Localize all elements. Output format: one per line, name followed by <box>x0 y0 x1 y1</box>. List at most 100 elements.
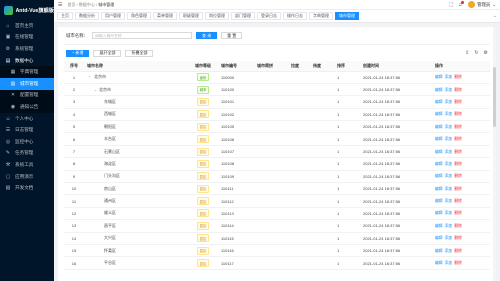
edit-link[interactable]: 编辑 <box>435 150 443 154</box>
logo[interactable]: Antd-Vue旗舰版 <box>0 0 54 20</box>
tab-7[interactable]: 部门管理 <box>231 12 255 20</box>
tab-1[interactable]: 数据分析 <box>75 12 99 20</box>
edit-link[interactable]: 编辑 <box>435 224 443 228</box>
scrollbar-thumb[interactable] <box>493 67 496 127</box>
sidebar-item-label: 首页主页 <box>15 22 34 28</box>
tab-0[interactable]: 主页 <box>57 12 73 20</box>
sidebar-item-7[interactable]: ◉ 通知公告 <box>0 101 54 113</box>
add-child-link[interactable]: 添加 <box>445 137 453 141</box>
city-name-input[interactable] <box>91 32 192 39</box>
collapse-all-button[interactable]: 折叠全部 <box>125 49 154 57</box>
sidebar-item-8[interactable]: ☺ 个人中心 <box>0 113 54 125</box>
tab-9[interactable]: 操作日志 <box>283 12 307 20</box>
sidebar-item-2[interactable]: ⚙ 系统管理 <box>0 43 54 55</box>
add-child-link[interactable]: 添加 <box>445 174 453 178</box>
add-child-link[interactable]: 添加 <box>445 88 453 92</box>
sidebar-item-4[interactable]: ▦ 字典管理 <box>0 66 54 78</box>
edit-link[interactable]: 编辑 <box>435 125 443 129</box>
delete-link[interactable]: 删除 <box>454 150 462 154</box>
add-child-link[interactable]: 添加 <box>445 125 453 129</box>
sidebar-item-10[interactable]: ◎ 监控中心 <box>0 136 54 148</box>
delete-link[interactable]: 删除 <box>454 112 462 116</box>
add-child-link[interactable]: 添加 <box>445 150 453 154</box>
delete-link[interactable]: 删除 <box>454 75 462 79</box>
user-menu[interactable]: 管理员 ⌄ <box>468 1 496 8</box>
breadcrumb-parent[interactable]: 数据中心 <box>79 2 95 7</box>
city-name: 海淀区 <box>104 160 116 166</box>
edit-link[interactable]: 编辑 <box>435 100 443 104</box>
delete-link[interactable]: 删除 <box>454 236 462 240</box>
edit-link[interactable]: 编辑 <box>435 174 443 178</box>
tab-5[interactable]: 职级管理 <box>179 12 203 20</box>
city-level-cell: 县区 <box>188 194 218 208</box>
sidebar-item-1[interactable]: ▣ 在线管理 <box>0 32 54 44</box>
delete-link[interactable]: 删除 <box>454 249 462 253</box>
table-row: 6 丰台区 县区 110106 1 2021-01-24 18:37:56 编辑 添加 删除 <box>64 132 490 146</box>
add-button[interactable]: + 新增 <box>66 49 90 57</box>
delete-link[interactable]: 删除 <box>454 88 462 92</box>
edit-link[interactable]: 编辑 <box>435 137 443 141</box>
edit-link[interactable]: 编辑 <box>435 75 443 79</box>
refresh-icon[interactable]: ↻ <box>474 50 478 56</box>
fullscreen-icon[interactable]: ⛶ <box>449 2 452 7</box>
menu-fold-icon[interactable]: ☰ <box>58 2 62 8</box>
add-child-link[interactable]: 添加 <box>445 199 453 203</box>
delete-link[interactable]: 删除 <box>454 224 462 228</box>
edit-link[interactable]: 编辑 <box>435 249 443 253</box>
edit-link[interactable]: 编辑 <box>435 199 443 203</box>
edit-link[interactable]: 编辑 <box>435 187 443 191</box>
expand-all-button[interactable]: 展开全部 <box>93 49 122 57</box>
tab-4[interactable]: 菜单管理 <box>153 12 177 20</box>
breadcrumb-home[interactable]: 首页 <box>67 2 75 7</box>
add-child-link[interactable]: 添加 <box>445 249 453 253</box>
query-button[interactable]: 查 询 <box>195 32 218 39</box>
sidebar-item-12[interactable]: ⚒ 系统工具 <box>0 159 54 171</box>
delete-link[interactable]: 删除 <box>454 211 462 215</box>
sidebar-item-6[interactable]: ✕ 配置管理 <box>0 89 54 102</box>
sidebar-item-9[interactable]: ☰ 日志管理 <box>0 124 54 136</box>
reset-button[interactable]: 重 置 <box>221 32 243 39</box>
delete-link[interactable]: 删除 <box>454 261 462 265</box>
tab-11[interactable]: 城市管理 <box>335 12 359 20</box>
tab-8[interactable]: 登录日志 <box>257 12 281 20</box>
add-child-link[interactable]: 添加 <box>445 162 453 166</box>
add-child-link[interactable]: 添加 <box>445 211 453 215</box>
delete-link[interactable]: 删除 <box>454 137 462 141</box>
sidebar-item-11[interactable]: ✎ 任务管理 <box>0 148 54 160</box>
sidebar-item-13[interactable]: ▢ 应用演示 <box>0 171 54 183</box>
tabs-more-icon[interactable]: ⌄ <box>493 13 497 19</box>
sidebar-item-0[interactable]: ⌂ 首页主页 <box>0 20 54 32</box>
tab-6[interactable]: 岗位管理 <box>205 12 229 20</box>
edit-link[interactable]: 编辑 <box>435 236 443 240</box>
add-child-link[interactable]: 添加 <box>445 224 453 228</box>
sidebar-item-14[interactable]: ▧ 开发文档 <box>0 182 54 194</box>
delete-link[interactable]: 删除 <box>454 187 462 191</box>
delete-link[interactable]: 删除 <box>454 162 462 166</box>
add-child-link[interactable]: 添加 <box>445 112 453 116</box>
tab-2[interactable]: 用户管理 <box>101 12 125 20</box>
density-icon[interactable]: ⇳ <box>465 50 469 56</box>
delete-link[interactable]: 删除 <box>454 174 462 178</box>
actions-cell: 编辑 添加 删除 <box>432 95 490 109</box>
city-name-cell: 海淀区 <box>84 157 188 171</box>
sidebar-item-3[interactable]: ▤ 数据中心 <box>0 55 54 67</box>
edit-link[interactable]: 编辑 <box>435 211 443 215</box>
sidebar-item-5[interactable]: ▥ 城市管理 <box>0 77 54 90</box>
scrollbar[interactable] <box>493 27 496 281</box>
edit-link[interactable]: 编辑 <box>435 112 443 116</box>
tab-3[interactable]: 角色管理 <box>127 12 151 20</box>
add-child-link[interactable]: 添加 <box>445 75 453 79</box>
edit-link[interactable]: 编辑 <box>435 162 443 166</box>
delete-link[interactable]: 删除 <box>454 199 462 203</box>
edit-link[interactable]: 编辑 <box>435 261 443 265</box>
delete-link[interactable]: 删除 <box>454 100 462 104</box>
add-child-link[interactable]: 添加 <box>445 261 453 265</box>
add-child-link[interactable]: 添加 <box>445 236 453 240</box>
bell-icon[interactable]: ♫ <box>458 0 465 8</box>
add-child-link[interactable]: 添加 <box>445 100 453 104</box>
column-setting-icon[interactable]: ⚙ <box>484 50 488 56</box>
tab-10[interactable]: 字典管理 <box>309 12 333 20</box>
edit-link[interactable]: 编辑 <box>435 88 443 92</box>
delete-link[interactable]: 删除 <box>454 125 462 129</box>
add-child-link[interactable]: 添加 <box>445 187 453 191</box>
